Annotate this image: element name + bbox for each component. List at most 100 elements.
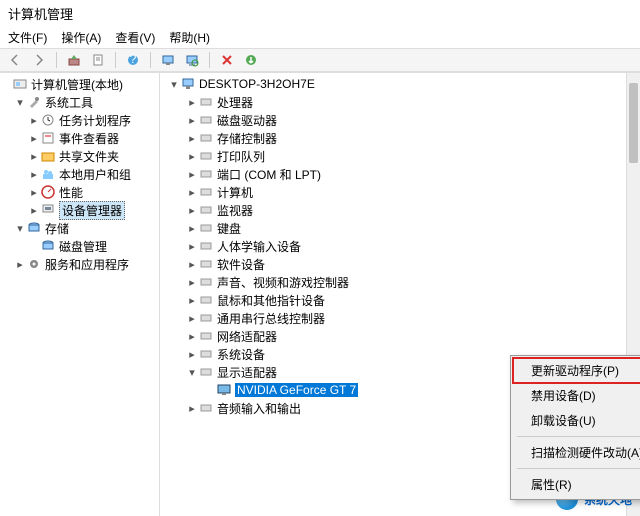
expander-icon[interactable]: ▸ (28, 168, 40, 181)
dev-icon (198, 292, 214, 308)
device-category[interactable]: ▸网络适配器 (160, 327, 640, 345)
context-item-1[interactable]: 禁用设备(D) (513, 383, 640, 408)
expander-icon[interactable]: ▸ (186, 294, 198, 307)
device-category[interactable]: ▸软件设备 (160, 255, 640, 273)
device-category[interactable]: ▸监视器 (160, 201, 640, 219)
device-category[interactable]: ▸通用串行总线控制器 (160, 309, 640, 327)
device-root[interactable]: ▾DESKTOP-3H2OH7E (160, 75, 640, 93)
nav-0[interactable]: ▸任务计划程序 (0, 111, 159, 129)
nav-2[interactable]: ▸共享文件夹 (0, 147, 159, 165)
device-category[interactable]: ▸打印队列 (160, 147, 640, 165)
storage-icon (26, 220, 42, 236)
device-category[interactable]: ▸端口 (COM 和 LPT) (160, 165, 640, 183)
go-icon[interactable] (242, 51, 260, 69)
dev-icon (198, 400, 214, 416)
dev-icon (198, 112, 214, 128)
expander-icon[interactable]: ▸ (186, 402, 198, 415)
nav-5[interactable]: ▸设备管理器 (0, 201, 159, 219)
context-item-0[interactable]: 更新驱动程序(P) (513, 358, 640, 383)
expander-icon[interactable]: ▸ (186, 132, 198, 145)
context-item-4[interactable]: 属性(R) (513, 472, 640, 497)
expander-icon[interactable]: ▸ (28, 150, 40, 163)
expander-icon[interactable]: ▸ (186, 96, 198, 109)
device-category[interactable]: ▸处理器 (160, 93, 640, 111)
menu-bar: 文件(F) 操作(A) 查看(V) 帮助(H) (0, 27, 640, 48)
expander-icon[interactable]: ▾ (186, 366, 198, 379)
expander-icon[interactable]: ▸ (14, 258, 26, 271)
nav-services[interactable]: ▸服务和应用程序 (0, 255, 159, 273)
expander-icon[interactable]: ▸ (28, 186, 40, 199)
dev-icon (198, 220, 214, 236)
context-item-2[interactable]: 卸载设备(U) (513, 408, 640, 433)
nav-storage[interactable]: ▾存储 (0, 219, 159, 237)
dev-icon (198, 328, 214, 344)
expander-icon[interactable]: ▾ (14, 96, 26, 109)
menu-view[interactable]: 查看(V) (115, 29, 155, 46)
expander-icon[interactable]: ▸ (186, 168, 198, 181)
expander-icon[interactable]: ▸ (186, 222, 198, 235)
monitor-icon[interactable] (159, 51, 177, 69)
dev-icon (198, 364, 214, 380)
nav-4[interactable]: ▸性能 (0, 183, 159, 201)
expander-icon[interactable]: ▸ (28, 114, 40, 127)
expander-icon[interactable]: ▸ (186, 348, 198, 361)
dev-icon (198, 166, 214, 182)
expander-icon[interactable]: ▸ (186, 150, 198, 163)
expander-icon[interactable]: ▸ (28, 132, 40, 145)
back-icon[interactable] (6, 51, 24, 69)
device-category[interactable]: ▸计算机 (160, 183, 640, 201)
device-category[interactable]: ▸磁盘驱动器 (160, 111, 640, 129)
svg-text:?: ? (130, 53, 137, 66)
tools-icon (26, 94, 42, 110)
perf-icon (40, 184, 56, 200)
nav-1[interactable]: ▸事件查看器 (0, 129, 159, 147)
context-item-3[interactable]: 扫描检测硬件改动(A) (513, 440, 640, 465)
expander-icon[interactable]: ▸ (186, 114, 198, 127)
properties-icon[interactable] (89, 51, 107, 69)
sched-icon (40, 112, 56, 128)
storage-icon (40, 238, 56, 254)
expander-icon[interactable]: ▸ (186, 240, 198, 253)
up-icon[interactable] (65, 51, 83, 69)
users-icon (40, 166, 56, 182)
nav-root[interactable]: 计算机管理(本地) (0, 75, 159, 93)
expander-icon[interactable]: ▸ (186, 258, 198, 271)
device-category[interactable]: ▸鼠标和其他指针设备 (160, 291, 640, 309)
nav-3[interactable]: ▸本地用户和组 (0, 165, 159, 183)
dev-icon (198, 184, 214, 200)
event-icon (40, 130, 56, 146)
gear-icon (26, 256, 42, 272)
delete-icon[interactable] (218, 51, 236, 69)
device-category[interactable]: ▸声音、视频和游戏控制器 (160, 273, 640, 291)
scan-icon[interactable] (183, 51, 201, 69)
devmgr-icon (40, 202, 56, 218)
expander-icon[interactable]: ▾ (168, 78, 180, 91)
device-tree-pane: ▾DESKTOP-3H2OH7E▸处理器▸磁盘驱动器▸存储控制器▸打印队列▸端口… (160, 73, 640, 516)
nav-disk[interactable]: 磁盘管理 (0, 237, 159, 255)
dev-icon (198, 346, 214, 362)
expander-icon[interactable]: ▸ (186, 204, 198, 217)
menu-file[interactable]: 文件(F) (8, 29, 47, 46)
forward-icon[interactable] (30, 51, 48, 69)
dev-icon (198, 130, 214, 146)
dev-icon (198, 256, 214, 272)
expander-icon[interactable]: ▸ (186, 312, 198, 325)
left-nav-tree: 计算机管理(本地)▾系统工具▸任务计划程序▸事件查看器▸共享文件夹▸本地用户和组… (0, 73, 160, 516)
context-menu: 更新驱动程序(P)禁用设备(D)卸载设备(U) 扫描检测硬件改动(A) 属性(R) (510, 355, 640, 500)
device-category[interactable]: ▸键盘 (160, 219, 640, 237)
expander-icon[interactable]: ▾ (14, 222, 26, 235)
dev-icon (198, 94, 214, 110)
expander-icon[interactable]: ▸ (186, 276, 198, 289)
menu-help[interactable]: 帮助(H) (169, 29, 210, 46)
expander-icon[interactable]: ▸ (186, 186, 198, 199)
expander-icon[interactable]: ▸ (186, 330, 198, 343)
help-icon[interactable]: ? (124, 51, 142, 69)
expander-icon[interactable]: ▸ (28, 204, 40, 217)
device-category[interactable]: ▸人体学输入设备 (160, 237, 640, 255)
dev-icon (198, 274, 214, 290)
menu-action[interactable]: 操作(A) (61, 29, 101, 46)
device-category[interactable]: ▸存储控制器 (160, 129, 640, 147)
dev-icon (198, 148, 214, 164)
window-title: 计算机管理 (0, 0, 640, 27)
nav-system-tools[interactable]: ▾系统工具 (0, 93, 159, 111)
